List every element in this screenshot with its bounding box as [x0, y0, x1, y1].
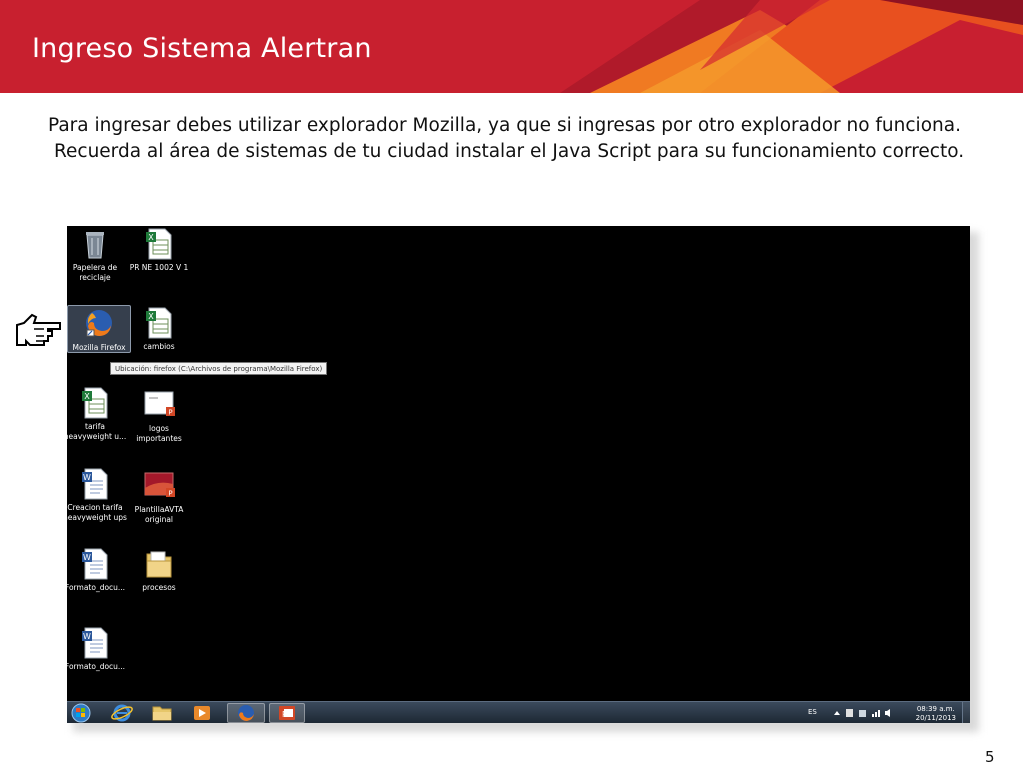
- firefox-icon: [84, 308, 114, 340]
- taskbar-firefox[interactable]: [227, 703, 265, 723]
- desktop-icon-tarifa[interactable]: X tarifa heavyweight u...: [67, 387, 127, 442]
- desktop-screenshot: Papelera de reciclaje X PR NE 1002 V 1 M…: [67, 226, 970, 723]
- taskbar-powerpoint[interactable]: P: [269, 703, 305, 723]
- media-player-icon: [194, 706, 210, 720]
- desktop-icon-pr-ne[interactable]: X PR NE 1002 V 1: [127, 228, 191, 273]
- svg-text:P: P: [168, 409, 172, 417]
- desktop-icon-mozilla-firefox[interactable]: Mozilla Firefox: [67, 305, 131, 353]
- taskbar-windows-explorer[interactable]: [145, 703, 179, 723]
- clock-time: 08:39 a.m.: [916, 705, 955, 713]
- instruction-paragraph-mozilla: Para ingresar debes utilizar explorador …: [48, 115, 961, 136]
- page-number: 5: [985, 748, 995, 766]
- desktop-icon-label: Papelera de reciclaje: [72, 263, 118, 282]
- powerpoint-file-icon: P: [144, 389, 175, 421]
- firefox-icon: [238, 705, 254, 721]
- network-icon[interactable]: [872, 714, 874, 717]
- desktop-icon-label: Formato_docu...: [67, 583, 126, 592]
- excel-file-icon: X: [144, 228, 174, 260]
- volume-icon[interactable]: [885, 709, 890, 717]
- page-title: Ingreso Sistema Alertran: [32, 33, 372, 64]
- start-orb-icon: [71, 703, 91, 723]
- excel-file-icon: X: [144, 307, 174, 339]
- start-button[interactable]: [67, 703, 97, 723]
- taskbar-media-player[interactable]: [185, 703, 219, 723]
- svg-text:P: P: [168, 490, 172, 498]
- tray-icons: [834, 709, 890, 717]
- slide-header-banner: Ingreso Sistema Alertran: [0, 0, 1023, 93]
- word-file-icon: W: [80, 468, 110, 500]
- instruction-paragraph-java: Recuerda al área de sistemas de tu ciuda…: [54, 140, 965, 162]
- svg-text:X: X: [148, 233, 154, 242]
- taskbar-clock[interactable]: 08:39 a.m. 20/11/2013: [916, 705, 956, 723]
- language-indicator[interactable]: ES: [808, 708, 817, 716]
- powerpoint-icon: P: [279, 706, 295, 720]
- desktop-icon-label: Formato_docu...: [67, 662, 126, 671]
- powerpoint-file-icon: P: [144, 470, 175, 502]
- word-file-icon: W: [80, 548, 110, 580]
- excel-file-icon: X: [80, 387, 110, 419]
- system-tray: ES 08:39 a.m. 20/11/2013: [800, 702, 970, 723]
- desktop-icon-label: Mozilla Firefox: [72, 343, 126, 352]
- taskbar: P ES 08:39 a.m. 20/11/2013: [67, 701, 970, 723]
- action-center-flag-icon[interactable]: [846, 709, 853, 717]
- desktop-icon-label: logos importantes: [136, 424, 182, 443]
- pointing-hand-icon: [16, 313, 61, 346]
- svg-text:W: W: [83, 632, 91, 641]
- show-hidden-icons-icon[interactable]: [834, 711, 840, 715]
- svg-text:X: X: [148, 312, 154, 321]
- desktop-icon-plantilla-avta[interactable]: P PlantillaAVTA original: [127, 470, 191, 525]
- svg-text:W: W: [83, 473, 91, 482]
- svg-text:P: P: [282, 710, 287, 719]
- desktop-icon-formato-docu-2[interactable]: W Formato_docu...: [67, 627, 127, 672]
- internet-explorer-icon: [111, 704, 133, 722]
- desktop-icon-cambios[interactable]: X cambios: [127, 307, 191, 352]
- taskbar-internet-explorer[interactable]: [105, 703, 139, 723]
- desktop-icon-label: PlantillaAVTA original: [134, 505, 184, 524]
- folder-icon: [144, 548, 174, 580]
- instructions-text: Para ingresar debes utilizar explorador …: [48, 113, 1013, 164]
- device-icon[interactable]: [859, 710, 866, 717]
- desktop-icon-label: Creacion tarifa heavyweight ups: [67, 503, 127, 522]
- explorer-folder-icon: [152, 706, 172, 721]
- desktop-icon-label: cambios: [143, 342, 175, 351]
- location-tooltip: Ubicación: firefox (C:\Archivos de progr…: [110, 362, 328, 375]
- desktop-icon-label: PR NE 1002 V 1: [129, 263, 189, 272]
- desktop-icon-logos-importantes[interactable]: P logos importantes: [127, 389, 191, 444]
- show-desktop-button[interactable]: [962, 702, 970, 723]
- desktop-icon-recycle-bin[interactable]: Papelera de reciclaje: [67, 228, 127, 283]
- desktop-icon-procesos[interactable]: procesos: [127, 548, 191, 593]
- desktop-icon-label: tarifa heavyweight u...: [67, 422, 127, 441]
- desktop-icon-formato-docu-1[interactable]: W Formato_docu...: [67, 548, 127, 593]
- desktop-icon-label: procesos: [142, 583, 176, 592]
- desktop-icon-creacion-tarifa[interactable]: W Creacion tarifa heavyweight ups: [67, 468, 127, 523]
- word-file-icon: W: [80, 627, 110, 659]
- svg-text:W: W: [83, 553, 91, 562]
- recycle-bin-icon: [80, 228, 110, 260]
- svg-text:X: X: [84, 392, 90, 401]
- clock-date: 20/11/2013: [915, 714, 956, 722]
